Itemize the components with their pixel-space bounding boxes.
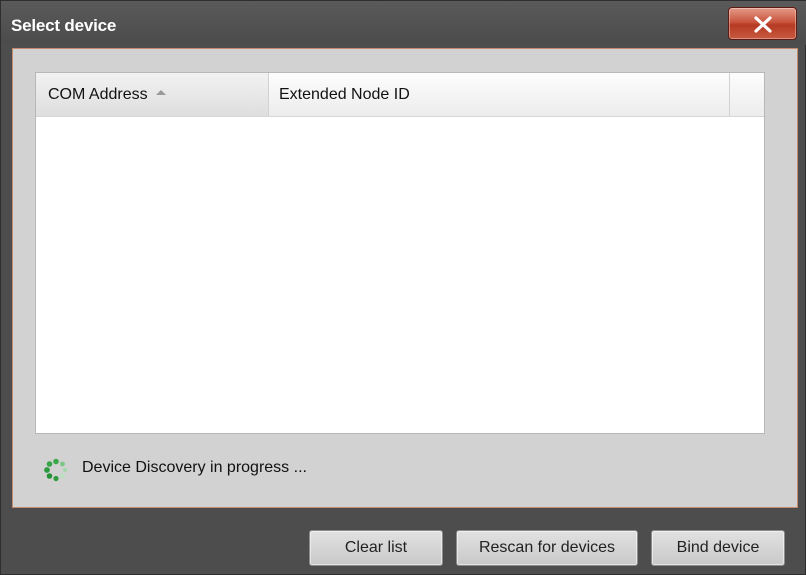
select-device-dialog: Select device COM Address Extended Node … (0, 0, 806, 575)
rescan-devices-button[interactable]: Rescan for devices (456, 530, 638, 566)
sort-ascending-icon (155, 90, 166, 96)
dialog-content: COM Address Extended Node ID Device Disc… (12, 48, 798, 508)
column-header-extended-node-id[interactable]: Extended Node ID (269, 73, 730, 116)
close-x-icon (754, 16, 772, 33)
status-text: Device Discovery in progress ... (82, 459, 307, 476)
column-header-com-address[interactable]: COM Address (36, 73, 269, 116)
column-label-extended-node-id: Extended Node ID (279, 86, 410, 103)
column-label-com-address: COM Address (48, 86, 148, 103)
title-bar[interactable]: Select device (1, 1, 806, 45)
bind-device-button[interactable]: Bind device (651, 530, 785, 566)
clear-list-button[interactable]: Clear list (309, 530, 443, 566)
window-title: Select device (11, 16, 117, 35)
list-header: COM Address Extended Node ID (36, 73, 764, 117)
column-header-filler (730, 73, 764, 116)
spinner-icon (44, 458, 68, 482)
close-button[interactable] (728, 7, 797, 40)
list-body[interactable] (36, 117, 764, 433)
device-list[interactable]: COM Address Extended Node ID (35, 72, 765, 434)
